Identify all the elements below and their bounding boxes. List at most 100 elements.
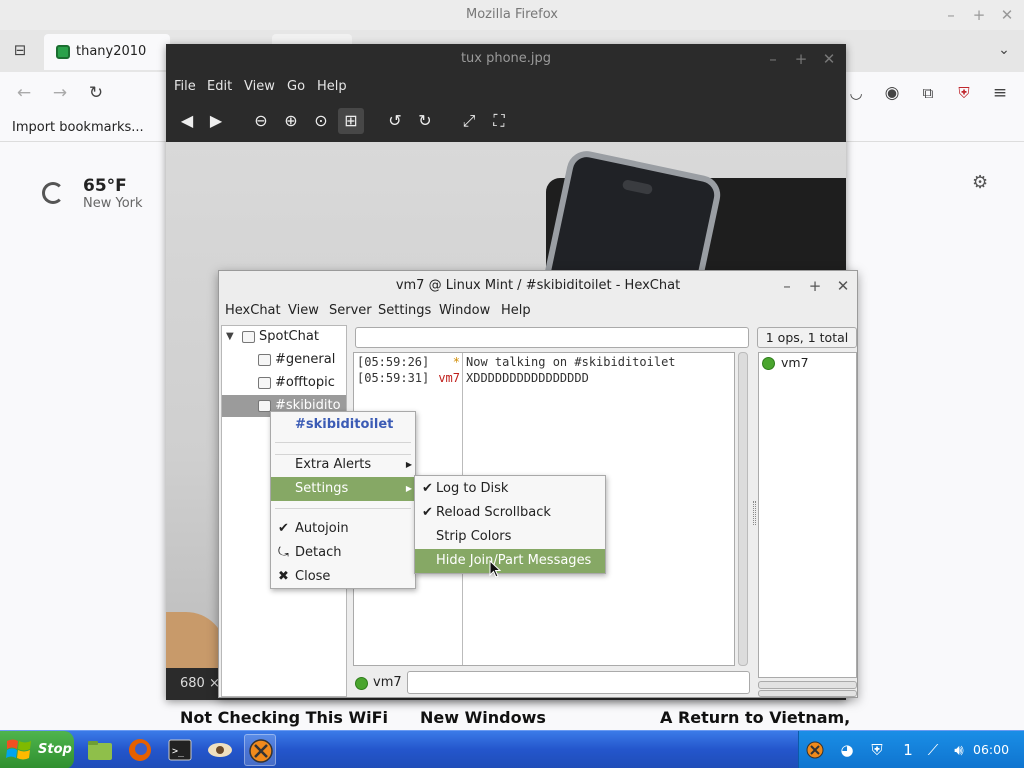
menu-item-reload-scrollback[interactable]: ✔ Reload Scrollback (415, 501, 605, 525)
network-icon[interactable]: ⟋ (923, 740, 943, 760)
check-icon: ✔ (422, 505, 433, 520)
hexchat-tray-icon[interactable] (805, 740, 825, 760)
menu-item-close[interactable]: ✖ Close (271, 565, 415, 589)
expander-icon[interactable]: ▼ (226, 326, 234, 348)
viewer-menu-go[interactable]: Go (287, 74, 305, 100)
slideshow-icon[interactable]: ⛶ (486, 108, 512, 134)
menu-item-detach[interactable]: ⤿ Detach (271, 541, 415, 565)
rotate-right-icon[interactable]: ↻ (412, 108, 438, 134)
menu-item-hide-join-part[interactable]: Hide Join/Part Messages (415, 549, 605, 573)
shield-icon[interactable]: ⛨ (867, 740, 887, 760)
chat-timestamp: [05:59:31] (357, 371, 430, 385)
chat-message: XDDDDDDDDDDDDDDDD (466, 371, 589, 385)
chat-nick: * (452, 355, 460, 369)
hexchat-menubar: HexChat View Server Settings Window Help (219, 299, 857, 323)
extensions-icon[interactable]: ⧉ (916, 81, 940, 105)
menu-help[interactable]: Help (501, 299, 531, 323)
volume-icon[interactable]: 🔊︎ (949, 740, 969, 760)
tree-channel-label: #offtopic (275, 375, 335, 390)
pocket-icon[interactable]: ◡ (844, 81, 868, 105)
gear-icon[interactable]: ⚙ (972, 172, 988, 193)
headline-2[interactable]: New Windows (420, 708, 546, 727)
menu-view[interactable]: View (288, 299, 319, 323)
previous-image-icon[interactable]: ◀ (174, 108, 200, 134)
server-icon (242, 331, 255, 343)
menu-item-extra-alerts[interactable]: Extra Alerts ▶ (271, 453, 415, 477)
viewer-menu-help[interactable]: Help (317, 74, 347, 100)
user-list-item[interactable]: vm7 (781, 355, 809, 370)
notifications-icon[interactable]: 1 (895, 740, 921, 760)
headline-1[interactable]: Not Checking This WiFi (180, 708, 388, 727)
close-icon[interactable]: ✕ (994, 0, 1020, 30)
firefox-icon[interactable] (124, 734, 156, 766)
forward-icon[interactable]: → (48, 81, 72, 105)
pane-splitter[interactable] (753, 501, 756, 525)
import-bookmarks-link[interactable]: Import bookmarks... (12, 114, 144, 142)
menu-server[interactable]: Server (329, 299, 372, 323)
tree-channel-general[interactable]: #general (222, 349, 346, 371)
chat-message: Now talking on #skibiditoilet (466, 355, 676, 369)
nick-button[interactable]: vm7 (373, 675, 402, 690)
account-icon[interactable]: ◉ (880, 81, 904, 105)
back-icon[interactable]: ← (12, 81, 36, 105)
settings-submenu: ✔ Log to Disk ✔ Reload Scrollback Strip … (414, 475, 606, 574)
menu-item-strip-colors[interactable]: Strip Colors (415, 525, 605, 549)
zoom-normal-icon[interactable]: ⊙ (308, 108, 334, 134)
user-list: vm7 (758, 352, 857, 678)
menu-window[interactable]: Window (439, 299, 490, 323)
site-favicon-icon (56, 45, 70, 59)
viewer-minimize-icon[interactable]: – (760, 44, 786, 74)
hexchat-minimize-icon[interactable]: – (775, 271, 799, 301)
weather-city: New York (83, 196, 143, 211)
reload-icon[interactable]: ↻ (84, 81, 108, 105)
terminal-icon[interactable]: >_ (164, 734, 196, 766)
list-tabs-chevron-down-icon[interactable]: ⌄ (992, 38, 1016, 62)
clock[interactable]: 06:00 (973, 731, 1009, 768)
viewer-close-icon[interactable]: ✕ (816, 44, 842, 74)
rotate-left-icon[interactable]: ↺ (382, 108, 408, 134)
tree-channel-offtopic[interactable]: #offtopic (222, 372, 346, 394)
zoom-fit-icon[interactable]: ⊞ (338, 108, 364, 134)
fullscreen-icon[interactable]: ⤢ (456, 108, 482, 134)
viewer-menu-file[interactable]: File (174, 74, 196, 100)
start-button[interactable]: Stop (0, 731, 74, 768)
discord-icon[interactable]: ◕ (837, 740, 857, 760)
tree-network-label: SpotChat (259, 329, 319, 344)
weather-moon-icon (42, 182, 64, 204)
context-menu-header: #skibiditoilet (271, 413, 415, 437)
menu-hexchat[interactable]: HexChat (225, 299, 281, 323)
chat-scrollbar[interactable] (738, 352, 748, 666)
maximize-icon[interactable]: + (966, 0, 992, 30)
viewer-menubar: File Edit View Go Help (166, 74, 846, 100)
nick-status-icon (355, 677, 368, 690)
menu-item-log-to-disk[interactable]: ✔ Log to Disk (415, 477, 605, 501)
menu-item-settings[interactable]: Settings ▶ (271, 477, 415, 501)
topic-field[interactable] (355, 327, 749, 348)
menu-item-label: Strip Colors (436, 529, 512, 544)
tab-overview-icon[interactable]: ⊟ (8, 38, 32, 62)
headline-3[interactable]: A Return to Vietnam, (660, 708, 850, 727)
hamburger-menu-icon[interactable]: ≡ (988, 81, 1012, 105)
image-viewer-taskbar-icon[interactable] (204, 734, 236, 766)
zoom-out-icon[interactable]: ⊖ (248, 108, 274, 134)
tab-thany2010[interactable]: thany2010 (44, 34, 170, 70)
menu-item-autojoin[interactable]: ✔ Autojoin (271, 517, 415, 541)
viewer-menu-view[interactable]: View (244, 74, 275, 100)
start-label: Stop (38, 742, 72, 757)
submenu-arrow-icon: ▶ (405, 484, 412, 493)
menu-settings[interactable]: Settings (378, 299, 431, 323)
channel-context-menu: #skibiditoilet Extra Alerts ▶ Settings ▶… (270, 411, 416, 589)
viewer-maximize-icon[interactable]: + (788, 44, 814, 74)
message-input[interactable] (407, 671, 750, 694)
menu-item-label: Settings (295, 481, 349, 496)
next-image-icon[interactable]: ▶ (203, 108, 229, 134)
hexchat-taskbar-icon[interactable] (244, 734, 276, 766)
viewer-menu-edit[interactable]: Edit (207, 74, 232, 100)
zoom-in-icon[interactable]: ⊕ (278, 108, 304, 134)
ublock-icon[interactable]: ⛨ (952, 81, 976, 105)
hexchat-maximize-icon[interactable]: + (803, 271, 827, 301)
hexchat-close-icon[interactable]: ✕ (831, 271, 855, 301)
tree-network-spotchat[interactable]: ▼ SpotChat (222, 326, 346, 348)
file-manager-icon[interactable] (84, 734, 116, 766)
minimize-icon[interactable]: – (938, 0, 964, 30)
